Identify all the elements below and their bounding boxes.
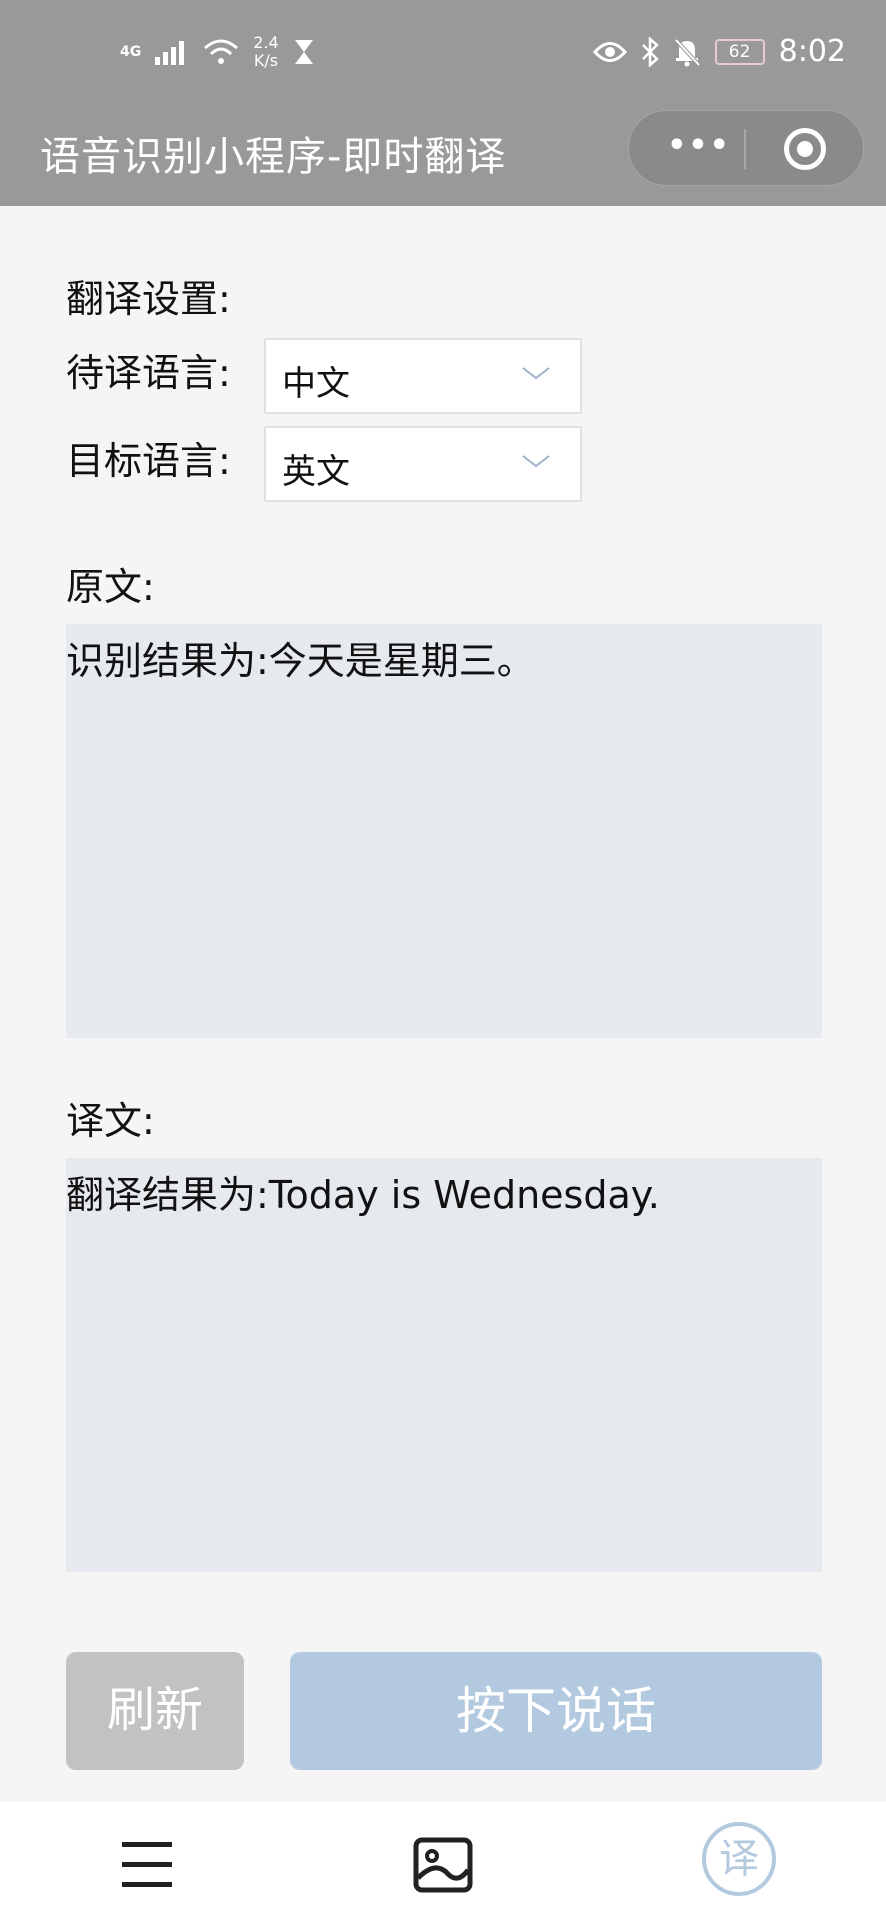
target-circle-icon[interactable] [784,128,826,170]
clock: 8:02 [778,34,846,69]
wifi-icon [204,39,239,64]
page-title: 语音识别小程序-即时翻译 [40,134,507,180]
translated-text-label: 译文: [66,1099,155,1143]
original-text-label: 原文: [66,565,155,609]
signal-label: 4G [120,44,142,60]
cell-signal-icon [155,41,185,65]
target-language-select[interactable]: 英文 [264,426,582,502]
settings-section-label: 翻译设置: [66,277,231,321]
miniprogram-capsule: ••• [628,110,864,186]
refresh-button[interactable]: 刷新 [66,1652,244,1770]
mute-bell-icon [674,38,701,66]
status-right: 62 8:02 [592,34,846,69]
bluetooth-icon [641,36,659,67]
translate-icon[interactable]: 译 [702,1822,776,1896]
target-language-label: 目标语言: [66,439,231,483]
chevron-down-icon [522,367,550,380]
source-language-label: 待译语言: [66,351,231,395]
hourglass-icon [294,40,313,64]
tab-bar: 译 [0,1802,886,1920]
source-language-select[interactable]: 中文 [264,338,582,414]
net-speed-unit: K/s [253,51,279,70]
net-speed-value: 2.4 [253,33,279,52]
original-text-area[interactable]: 识别结果为:今天是星期三。 [66,624,822,1038]
more-dots-icon[interactable]: ••• [659,131,739,161]
net-speed: 2.4 K/s [253,34,278,70]
chevron-down-icon [522,455,550,468]
status-left: 4G 2.4 K/s [120,34,315,70]
battery-indicator: 62 [714,38,765,65]
status-bar: 4G 2.4 K/s 62 8:02 [0,0,886,100]
push-to-talk-button[interactable]: 按下说话 [290,1652,822,1770]
translated-text: 翻译结果为:Today is Wednesday. [66,1173,660,1217]
app-header: 4G 2.4 K/s 62 8:02 语音识别小程序-即时翻译 ••• [0,0,886,206]
capsule-divider [744,129,746,169]
original-text: 识别结果为:今天是星期三。 [66,639,535,683]
target-language-value: 英文 [282,452,350,492]
source-language-value: 中文 [282,364,350,404]
eye-icon [592,41,627,62]
menu-icon[interactable] [112,1830,182,1900]
image-icon[interactable] [408,1830,478,1900]
translated-text-area[interactable]: 翻译结果为:Today is Wednesday. [66,1158,822,1572]
